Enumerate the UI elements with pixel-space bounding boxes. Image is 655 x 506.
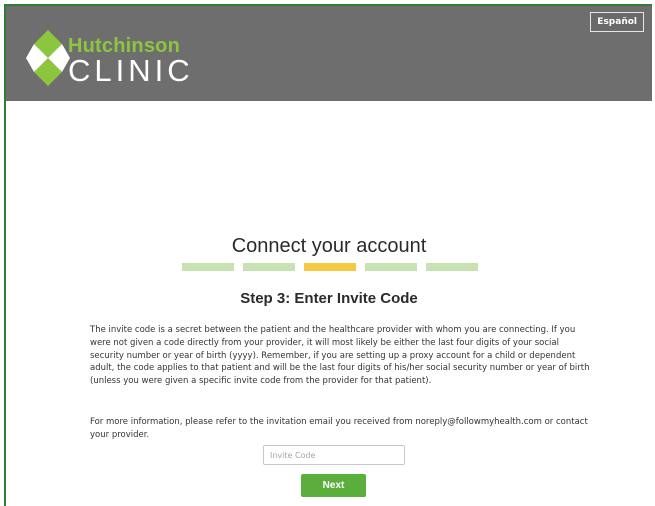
step-4-indicator bbox=[365, 263, 417, 271]
step-title: Step 3: Enter Invite Code bbox=[240, 290, 418, 307]
step-2-indicator bbox=[243, 263, 295, 271]
header: Hutchinson CLINIC Español bbox=[6, 6, 652, 101]
language-button[interactable]: Español bbox=[590, 12, 644, 32]
step-5-indicator bbox=[426, 263, 478, 271]
progress-steps bbox=[182, 263, 482, 273]
step-1-indicator bbox=[182, 263, 234, 271]
invite-code-explanation: The invite code is a secret between the … bbox=[90, 325, 590, 387]
step-3-indicator bbox=[304, 263, 356, 271]
logo-diamond-icon bbox=[26, 30, 70, 86]
logo-subtitle: CLINIC bbox=[68, 53, 194, 88]
more-info-text: For more information, please refer to th… bbox=[90, 417, 588, 440]
invite-code-input[interactable] bbox=[263, 445, 405, 465]
clinic-logo: Hutchinson CLINIC bbox=[26, 30, 216, 88]
page-title: Connect your account bbox=[231, 235, 427, 257]
page-frame: Hutchinson CLINIC Español Connect your a… bbox=[4, 4, 652, 506]
next-button[interactable]: Next bbox=[301, 474, 366, 497]
